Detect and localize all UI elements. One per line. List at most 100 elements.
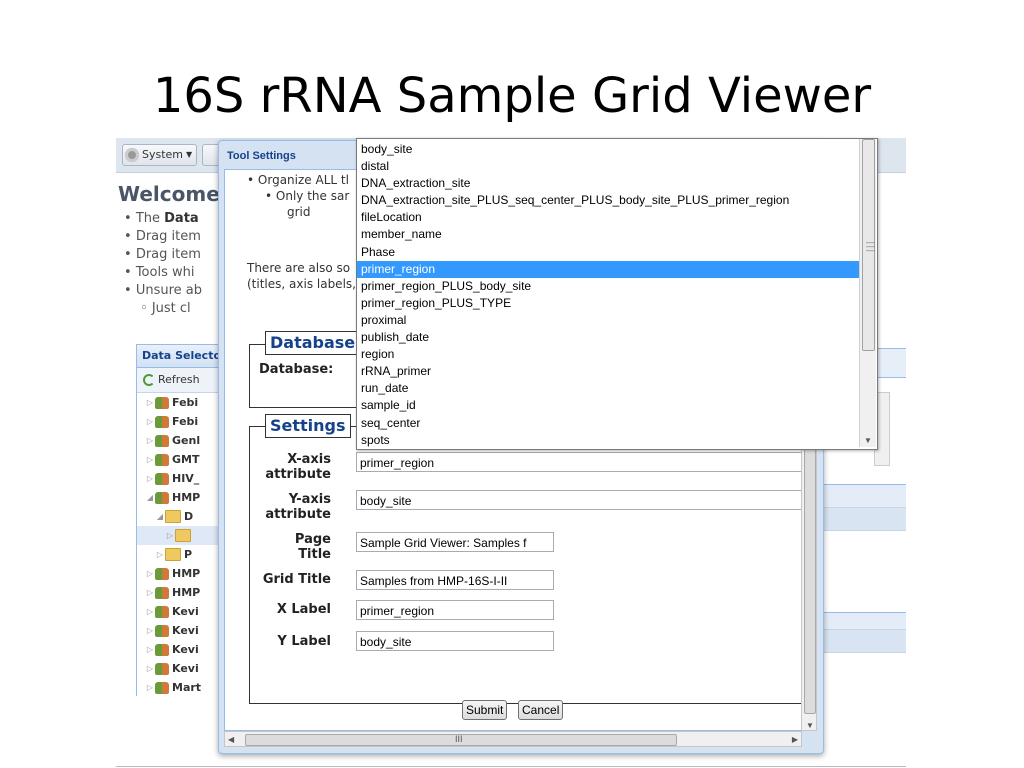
submit-button[interactable]: Submit [462, 700, 508, 720]
expand-icon[interactable]: ▷ [165, 526, 175, 545]
gear-icon [125, 148, 139, 162]
intro-line-5: (titles, axis labels, [247, 277, 356, 291]
page-title-input[interactable]: Sample Grid Viewer: Samples f [356, 532, 554, 552]
dropdown-option[interactable]: sample_id [357, 397, 859, 414]
collapse-icon[interactable]: ◢ [155, 507, 165, 526]
dropdown-option[interactable]: publish_date [357, 329, 859, 346]
expand-icon[interactable]: ▷ [145, 469, 155, 488]
folder-icon [175, 529, 191, 542]
tree-node-label: HMP [172, 567, 201, 580]
bullet-text: Drag item [135, 229, 201, 244]
intro-paragraph: There are also so (titles, axis labels, [247, 260, 356, 292]
dropdown-option[interactable]: DNA_extraction_site_PLUS_seq_center_PLUS… [357, 192, 859, 209]
scroll-down-icon[interactable]: ▼ [864, 436, 872, 445]
dropdown-option[interactable]: member_name [357, 226, 859, 243]
intro-text: • Organize ALL tl • Only the sar grid [235, 172, 349, 220]
dropdown-options: body_site distal DNA_extraction_site DNA_ex… [357, 141, 859, 449]
expand-icon[interactable]: ▷ [145, 412, 155, 431]
expand-icon[interactable]: ▷ [145, 640, 155, 659]
dialog-horizontal-scrollbar[interactable]: ◀ III ▶ [224, 731, 802, 747]
collapse-icon[interactable]: ◢ [145, 488, 155, 507]
system-menu-button[interactable]: System ▼ [122, 144, 198, 166]
expand-icon[interactable]: ▷ [145, 583, 155, 602]
y-axis-attribute-select[interactable]: body_site [356, 490, 801, 510]
database-icon [155, 586, 169, 599]
slide-title: 16S rRNA Sample Grid Viewer [152, 68, 872, 124]
dropdown-option[interactable]: seq_center [357, 415, 859, 432]
scrollbar-thumb[interactable]: — — — [862, 139, 875, 351]
database-icon [155, 567, 169, 580]
dropdown-option[interactable]: region [357, 346, 859, 363]
expand-icon[interactable]: ▷ [145, 431, 155, 450]
dropdown-option[interactable]: primer_region_PLUS_TYPE [357, 295, 859, 312]
tree-node-label: Febi [172, 396, 199, 409]
system-button-label: System [142, 148, 184, 161]
folder-icon [165, 510, 181, 523]
database-icon [155, 681, 169, 694]
y-label-input[interactable]: body_site [356, 631, 554, 651]
bullet-text: The [135, 211, 165, 226]
dropdown-option[interactable]: spots [357, 432, 859, 449]
bullet-text: Unsure ab [135, 283, 202, 298]
dropdown-option[interactable]: body_site [357, 141, 859, 158]
expand-icon[interactable]: ▷ [145, 602, 155, 621]
grid-title-label: Grid Title [262, 572, 331, 587]
expand-icon[interactable]: ▷ [145, 678, 155, 696]
expand-icon[interactable]: ▷ [145, 659, 155, 678]
intro-line-2: Only the sar [275, 189, 350, 203]
bullet-text: Tools whi [135, 265, 195, 280]
cancel-button[interactable]: Cancel [518, 700, 564, 720]
intro-line-4: There are also so [247, 261, 351, 275]
tree-node-label: Kevi [172, 662, 199, 675]
dropdown-option[interactable]: proximal [357, 312, 859, 329]
refresh-icon [143, 374, 155, 386]
dropdown-option[interactable]: fileLocation [357, 209, 859, 226]
expand-icon[interactable]: ▷ [145, 393, 155, 412]
x-label-label: X Label [276, 602, 331, 617]
tree-node-label: HIV_ [172, 472, 200, 485]
database-icon [155, 662, 169, 675]
grid-title-input[interactable]: Samples from HMP-16S-I-II [356, 570, 554, 590]
welcome-heading: Welcome [118, 182, 220, 206]
expand-icon[interactable]: ▷ [145, 621, 155, 640]
expand-icon[interactable]: ▷ [155, 545, 165, 564]
scroll-down-icon[interactable]: ▼ [806, 721, 814, 730]
y-label-label: Y Label [277, 634, 331, 649]
settings-legend: Settings [265, 414, 351, 438]
dropdown-option[interactable]: DNA_extraction_site [357, 175, 859, 192]
dropdown-option[interactable]: rRNA_primer [357, 363, 859, 380]
scrollbar-grip: III [455, 734, 463, 744]
sub-bullet-text: Just cl [151, 301, 191, 316]
x-label-input[interactable]: primer_region [356, 600, 554, 620]
database-icon [155, 491, 169, 504]
welcome-bullet: • Drag item [124, 247, 201, 262]
database-icon [155, 453, 169, 466]
scroll-right-icon[interactable]: ▶ [792, 735, 798, 744]
expand-icon[interactable]: ▷ [145, 450, 155, 469]
refresh-label: Refresh [158, 373, 200, 386]
x-axis-attribute-select[interactable]: primer_region [356, 452, 801, 472]
database-icon [155, 605, 169, 618]
scroll-left-icon[interactable]: ◀ [228, 735, 234, 744]
database-legend: Database [265, 331, 361, 355]
tree-node-label: Genl [172, 434, 201, 447]
database-icon [155, 643, 169, 656]
dropdown-scrollbar[interactable]: — — — ▼ [859, 139, 876, 447]
dropdown-option[interactable]: distal [357, 158, 859, 175]
dropdown-option[interactable]: primer_region_PLUS_body_site [357, 278, 859, 295]
folder-icon [165, 548, 181, 561]
x-axis-attribute-dropdown[interactable]: body_site distal DNA_extraction_site DNA_ex… [356, 138, 878, 450]
tree-node-label: Febi [172, 415, 199, 428]
x-axis-attribute-label: X-axis attribute [265, 452, 331, 482]
intro-line: • Only the sar [265, 189, 350, 203]
tree-node-label: Mart [172, 681, 202, 694]
intro-line: • Organize ALL tl [247, 173, 349, 187]
dropdown-option[interactable]: primer_region [357, 260, 859, 278]
intro-line-3: grid [287, 205, 311, 219]
database-icon [155, 415, 169, 428]
tree-node-label: P [184, 548, 193, 561]
dropdown-option[interactable]: Phase [357, 244, 859, 261]
expand-icon[interactable]: ▷ [145, 564, 155, 583]
dropdown-option[interactable]: run_date [357, 380, 859, 397]
welcome-bullet: • Tools whi [124, 265, 195, 280]
